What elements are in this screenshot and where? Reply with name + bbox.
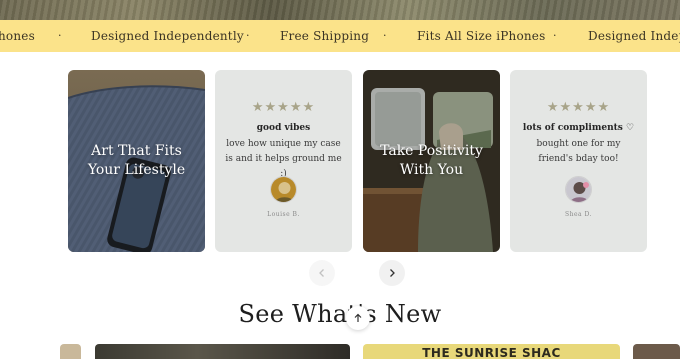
- star-rating-icon: ★★★★★: [546, 100, 611, 115]
- chevron-left-icon: [319, 269, 324, 277]
- marquee-separator: ·: [246, 29, 250, 42]
- product-thumbnail[interactable]: [95, 344, 350, 359]
- marquee-item: Fits All Size iPhones: [417, 29, 546, 43]
- product-thumbnail[interactable]: [60, 344, 81, 359]
- review-title: lots of compliments ♡: [522, 123, 635, 133]
- marquee-item: hones: [0, 29, 35, 43]
- review-card: ★★★★★ good vibes love how unique my case…: [215, 70, 352, 252]
- carousel-next-button[interactable]: [379, 260, 405, 286]
- scroll-to-top-button[interactable]: [346, 306, 370, 330]
- positivity-image-card[interactable]: Take Positivity With You: [363, 70, 500, 252]
- card-title: Take Positivity With You: [380, 143, 483, 178]
- chevron-right-icon: [390, 269, 395, 277]
- reviewer-name: Shea D.: [564, 211, 592, 218]
- marquee-item: Free Shipping: [280, 29, 370, 43]
- review-card: ★★★★★ lots of compliments ♡ bought one f…: [510, 70, 647, 252]
- lifestyle-image-card[interactable]: Art That Fits Your Lifestyle: [68, 70, 205, 252]
- product-thumbnail[interactable]: [633, 344, 680, 359]
- thumbnail-sign-text: THE SUNRISE SHAC: [422, 346, 561, 359]
- carousel-prev-button[interactable]: [309, 260, 335, 286]
- section-title: See What's New: [238, 300, 442, 328]
- card-title: Art That Fits Your Lifestyle: [87, 143, 186, 178]
- reviewer-avatar: [565, 176, 592, 203]
- announcement-marquee: hones · Designed Independently · Free Sh…: [0, 20, 680, 52]
- reviewer-avatar: [270, 176, 297, 203]
- marquee-separator: ·: [383, 29, 387, 42]
- review-text: bought one for my friend's bday too!: [536, 139, 621, 164]
- review-title: good vibes: [256, 123, 311, 133]
- reviewer-name: Louise B.: [267, 211, 300, 218]
- star-rating-icon: ★★★★★: [251, 100, 316, 115]
- marquee-item: Designed Independently: [91, 29, 244, 43]
- product-thumbnail[interactable]: THE SUNRISE SHAC: [363, 344, 620, 359]
- marquee-separator: ·: [58, 29, 62, 42]
- arrow-up-icon: [354, 313, 362, 322]
- hero-image-strip: [0, 0, 680, 20]
- marquee-item: Designed Independ: [588, 29, 680, 43]
- marquee-separator: ·: [553, 29, 557, 42]
